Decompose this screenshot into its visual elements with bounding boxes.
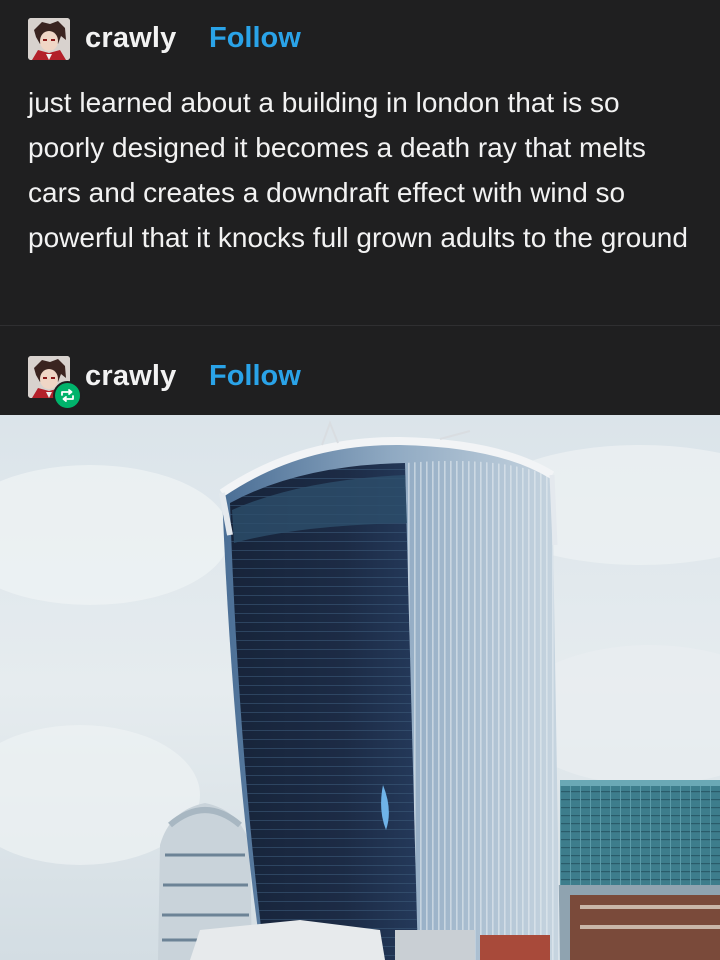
- username[interactable]: crawly: [85, 360, 177, 393]
- post-header: crawly Follow: [0, 8, 720, 68]
- avatar[interactable]: [28, 18, 70, 60]
- reblog-header: crawly Follow: [0, 346, 720, 410]
- username[interactable]: crawly: [85, 22, 177, 55]
- follow-button[interactable]: Follow: [209, 22, 301, 55]
- reblog-icon: [53, 381, 82, 410]
- post-divider: [0, 325, 720, 326]
- skyscraper-photo: [0, 415, 720, 960]
- follow-button[interactable]: Follow: [209, 360, 301, 393]
- post-body-text: just learned about a building in london …: [28, 87, 688, 253]
